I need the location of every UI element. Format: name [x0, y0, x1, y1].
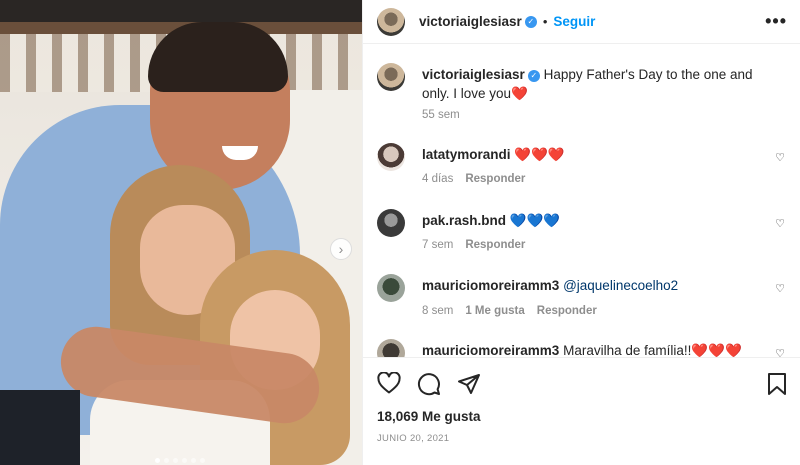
like-comment-heart-icon[interactable]: ♡: [775, 151, 785, 164]
comment-time[interactable]: 8 sem: [422, 305, 453, 317]
comment-text: ❤️❤️❤️: [514, 147, 565, 162]
comment-body: pak.rash.bnd 💙💙💙: [422, 211, 762, 230]
carousel-dot: [155, 458, 160, 463]
carousel-dot: [200, 458, 205, 463]
comment-text: 💙💙💙: [509, 213, 561, 228]
action-icons: [377, 372, 481, 396]
avatar[interactable]: [377, 63, 405, 91]
comment-username[interactable]: mauriciomoreiramm3: [422, 343, 559, 357]
comment-likes[interactable]: 1 Me gusta: [465, 305, 524, 317]
like-comment-heart-icon[interactable]: ♡: [775, 347, 785, 357]
bookmark-icon[interactable]: [767, 372, 787, 396]
avatar[interactable]: [377, 7, 405, 36]
comment-time[interactable]: 7 sem: [422, 239, 453, 251]
comment-username[interactable]: pak.rash.bnd: [422, 213, 506, 228]
post-date[interactable]: JUNIO 20, 2021: [377, 433, 449, 444]
more-options-icon[interactable]: •••: [765, 11, 787, 32]
follow-button[interactable]: Seguir: [553, 14, 595, 29]
comment-meta: 7 sem Responder: [422, 239, 525, 251]
reply-button[interactable]: Responder: [537, 305, 597, 317]
post-header: victoriaiglesiasr ✓ • Seguir •••: [363, 0, 800, 44]
comment-username[interactable]: mauriciomoreiramm3: [422, 278, 559, 293]
next-slide-button[interactable]: ›: [330, 238, 352, 260]
carousel-dot: [173, 458, 178, 463]
post-photo[interactable]: ›: [0, 0, 362, 465]
likes-count[interactable]: 18,069 Me gusta: [377, 409, 481, 424]
heart-emoji: ❤️: [511, 86, 528, 101]
avatar[interactable]: [377, 339, 405, 357]
verified-badge-icon: ✓: [524, 15, 537, 28]
caption-username[interactable]: victoriaiglesiasr: [422, 67, 525, 82]
reply-button[interactable]: Responder: [465, 239, 525, 251]
share-paper-plane-icon[interactable]: [457, 372, 481, 396]
like-heart-icon[interactable]: [377, 372, 401, 396]
separator: •: [542, 14, 548, 29]
avatar[interactable]: [377, 143, 405, 171]
comment-meta: 4 días Responder: [422, 173, 525, 185]
reply-button[interactable]: Responder: [465, 173, 525, 185]
post-side-panel: victoriaiglesiasr ✓ • Seguir ••• victori…: [362, 0, 800, 465]
comment-time[interactable]: 4 días: [422, 173, 453, 185]
comment-mention-link[interactable]: @jaquelinecoelho2: [563, 278, 678, 293]
photo-man-hair: [148, 22, 288, 92]
like-comment-heart-icon[interactable]: ♡: [775, 217, 785, 230]
comment-body: latatymorandi ❤️❤️❤️: [422, 145, 762, 164]
post-actions: 18,069 Me gusta JUNIO 20, 2021: [363, 357, 800, 465]
carousel-indicator: [155, 458, 205, 463]
like-comment-heart-icon[interactable]: ♡: [775, 282, 785, 295]
caption-meta: 55 sem: [422, 109, 460, 121]
comment-body: mauriciomoreiramm3 @jaquelinecoelho2: [422, 276, 762, 295]
comment-username[interactable]: latatymorandi: [422, 147, 511, 162]
carousel-dot: [191, 458, 196, 463]
comment-text: Maravilha de família!!❤️❤️❤️: [563, 343, 742, 357]
comment-bubble-icon[interactable]: [417, 372, 441, 396]
author-username[interactable]: victoriaiglesiasr: [419, 14, 522, 29]
caption-time[interactable]: 55 sem: [422, 109, 460, 121]
chevron-right-icon: ›: [338, 241, 344, 257]
verified-badge-icon: ✓: [527, 69, 540, 82]
avatar[interactable]: [377, 209, 405, 237]
comments-list[interactable]: victoriaiglesiasr ✓ Happy Father's Day to…: [363, 45, 800, 357]
photo-pants: [0, 390, 80, 465]
comment-meta: 8 sem 1 Me gusta Responder: [422, 305, 597, 317]
comment-body: mauriciomoreiramm3 Maravilha de família!…: [422, 341, 762, 357]
avatar[interactable]: [377, 274, 405, 302]
carousel-dot: [164, 458, 169, 463]
caption-body: victoriaiglesiasr ✓ Happy Father's Day to…: [422, 65, 762, 103]
carousel-dot: [182, 458, 187, 463]
